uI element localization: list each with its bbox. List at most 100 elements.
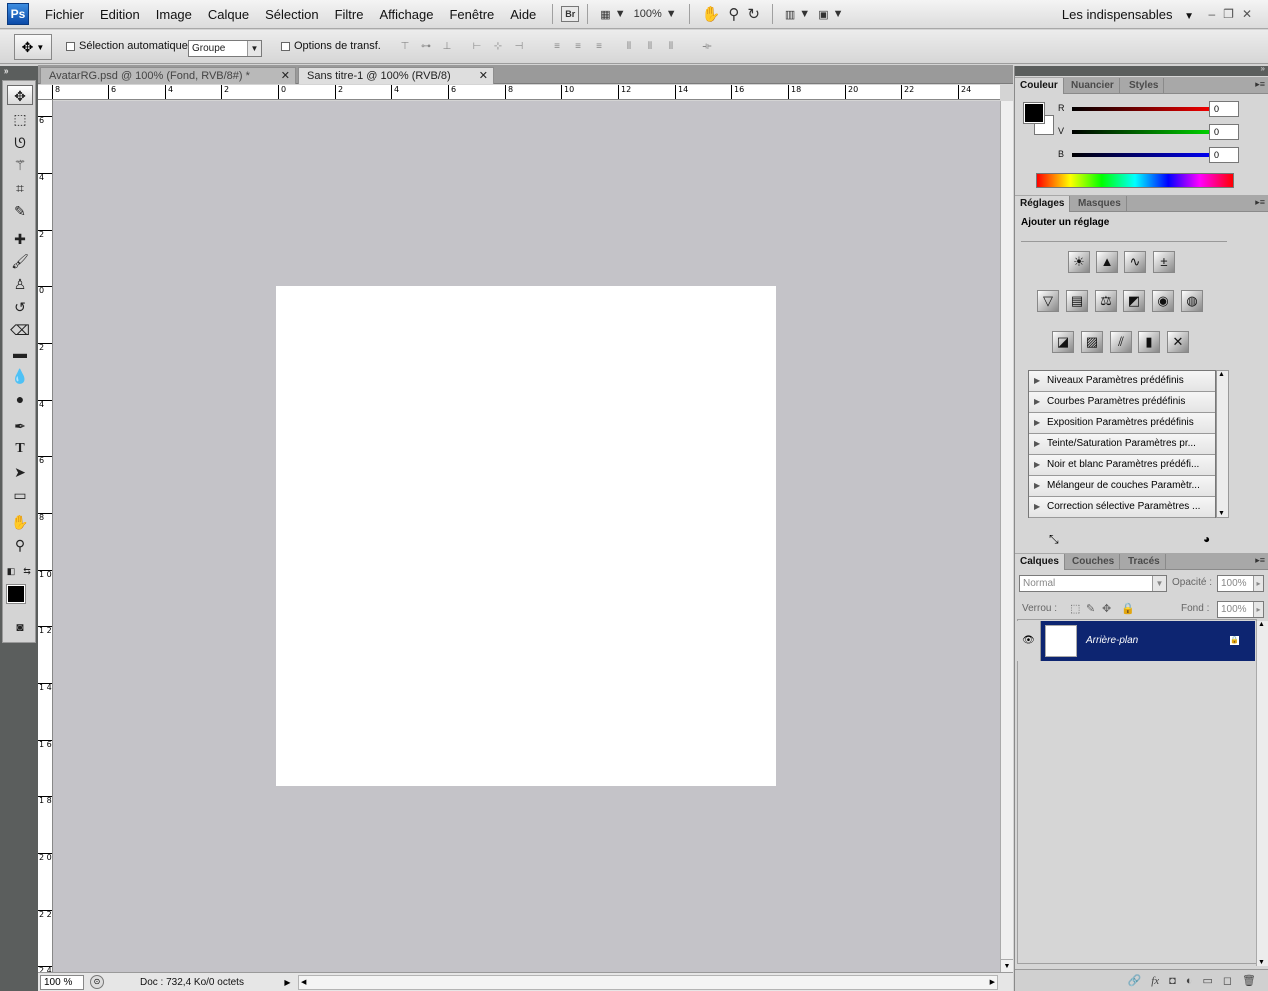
hand-tool-button[interactable]: ✋ (698, 5, 725, 23)
minimize-icon[interactable]: – (1208, 7, 1223, 21)
horizontal-ruler[interactable]: 8 6 4 2 0 2 4 6 8 10 12 14 16 18 20 22 2… (38, 85, 1000, 100)
photo-filter-icon[interactable]: ◉ (1152, 290, 1174, 312)
distribute-vcenter-icon[interactable]: ≡ (569, 40, 587, 54)
color-spectrum[interactable] (1036, 173, 1234, 188)
lock-transparency-icon[interactable]: ⬚ (1070, 602, 1080, 615)
scroll-up-icon[interactable]: ▲ (1258, 621, 1265, 628)
distribute-right-icon[interactable]: ⫴ (662, 40, 680, 54)
scroll-down-icon[interactable]: ▼ (1218, 510, 1225, 517)
close-icon[interactable]: ✕ (479, 68, 488, 85)
brush-tool[interactable]: 🖌 (7, 251, 33, 271)
chevron-right-icon[interactable]: ▸ (1253, 576, 1263, 591)
menu-aide[interactable]: Aide (502, 0, 544, 29)
channel-r-slider[interactable] (1072, 107, 1218, 111)
zoom-level-button[interactable]: 100% ▼ (630, 8, 681, 20)
distribute-hcenter-icon[interactable]: ⫴ (641, 40, 659, 54)
fill-field[interactable]: 100% ▸ (1217, 601, 1264, 618)
tab-masques[interactable]: Masques (1073, 196, 1127, 212)
tab-calques[interactable]: Calques (1015, 554, 1065, 570)
tab-sans-titre[interactable]: Sans titre-1 @ 100% (RVB/8) ✕ (298, 67, 494, 84)
foreground-color-box[interactable] (1023, 102, 1045, 124)
shape-tool[interactable]: ▭ (7, 485, 33, 505)
trash-icon[interactable]: 🗑 (1242, 974, 1256, 987)
menu-edition[interactable]: Edition (92, 0, 148, 29)
lock-pixels-icon[interactable]: ✎ (1086, 602, 1095, 615)
distribute-bottom-icon[interactable]: ≡ (590, 40, 608, 54)
close-icon[interactable]: ✕ (1242, 7, 1260, 21)
new-group-icon[interactable]: ▭ (1202, 974, 1212, 987)
tab-styles[interactable]: Styles (1124, 78, 1165, 94)
menu-fenetre[interactable]: Fenêtre (441, 0, 502, 29)
channel-b-value[interactable]: 0 (1209, 147, 1239, 163)
status-options-icon[interactable]: ⊙ (90, 975, 104, 989)
crop-tool[interactable]: ⌗ (7, 178, 33, 198)
vertical-scrollbar[interactable]: ▼ (1000, 101, 1013, 972)
preset-niveaux[interactable]: Niveaux Paramètres prédéfinis (1029, 371, 1215, 392)
transform-controls-option[interactable]: Options de transf. (281, 40, 381, 52)
workspace-switcher[interactable]: Les indispensables ▼ (1062, 0, 1194, 31)
new-layer-icon[interactable]: ◻ (1223, 974, 1232, 987)
channel-v-slider[interactable] (1072, 130, 1218, 134)
channel-b-slider[interactable] (1072, 153, 1218, 157)
panel-menu-icon[interactable]: ▸≡ (1255, 79, 1265, 90)
channel-r-value[interactable]: 0 (1209, 101, 1239, 117)
menu-fichier[interactable]: Fichier (37, 0, 92, 29)
gradient-tool[interactable]: ▬ (7, 343, 33, 363)
marquee-tool[interactable]: ⬚ (7, 109, 33, 129)
arrange-documents-button[interactable]: ▥ ▼ (781, 8, 814, 21)
zoom-tool-button[interactable]: ⚲ (724, 5, 743, 23)
distribute-top-icon[interactable]: ≡ (548, 40, 566, 54)
tab-avatarrg[interactable]: AvatarRG.psd @ 100% (Fond, RVB/8#) * ✕ (40, 67, 296, 84)
panel-menu-icon[interactable]: ▸≡ (1255, 555, 1265, 566)
scroll-up-icon[interactable]: ▲ (1218, 371, 1225, 378)
healing-brush-tool[interactable]: ✚ (7, 229, 33, 249)
preset-noir-blanc[interactable]: Noir et blanc Paramètres prédéfi... (1029, 455, 1215, 476)
threshold-icon[interactable]: ⫽ (1110, 331, 1132, 353)
selective-color-icon[interactable]: ✕ (1167, 331, 1189, 353)
magic-wand-tool[interactable]: ⚚ (7, 155, 33, 175)
align-hcenter-icon[interactable]: ⊹ (489, 40, 507, 54)
restore-icon[interactable]: ❐ (1223, 7, 1242, 21)
chevron-right-icon[interactable]: ▸ (1253, 602, 1263, 617)
tab-couleur[interactable]: Couleur (1015, 78, 1064, 94)
move-tool[interactable]: ✥ (7, 85, 33, 105)
brightness-icon[interactable]: ☀ (1068, 251, 1090, 273)
tab-reglages[interactable]: Réglages (1015, 196, 1071, 212)
zoom-tool[interactable]: ⚲ (7, 535, 33, 555)
curves-icon[interactable]: ∿ (1124, 251, 1146, 273)
exposure-icon[interactable]: ± (1153, 251, 1175, 273)
pen-tool[interactable]: ✒ (7, 416, 33, 436)
preset-teinte-saturation[interactable]: Teinte/Saturation Paramètres pr... (1029, 434, 1215, 455)
auto-select-option[interactable]: Sélection automatique : (66, 40, 194, 52)
lock-all-icon[interactable]: 🔒 (1121, 602, 1135, 615)
channel-mixer-icon[interactable]: ◍ (1181, 290, 1203, 312)
expand-icon[interactable]: » (4, 67, 8, 76)
transform-controls-checkbox[interactable] (281, 41, 290, 51)
clone-stamp-tool[interactable]: ♙ (7, 274, 33, 294)
history-brush-tool[interactable]: ↺ (7, 297, 33, 317)
clip-layer-icon[interactable]: ◕ (1203, 532, 1210, 546)
path-selection-tool[interactable]: ➤ (7, 462, 33, 482)
align-left-icon[interactable]: ⊢ (468, 40, 486, 54)
presets-scrollbar[interactable]: ▲ ▼ (1216, 370, 1229, 518)
new-adjustment-layer-icon[interactable]: ◐ (1186, 975, 1193, 987)
vibrance-icon[interactable]: ▽ (1037, 290, 1059, 312)
menu-calque[interactable]: Calque (200, 0, 257, 29)
tab-couches[interactable]: Couches (1067, 554, 1121, 570)
align-vcenter-icon[interactable]: ⊶ (417, 40, 435, 54)
channel-v-value[interactable]: 0 (1209, 124, 1239, 140)
view-extras-button[interactable]: ▦ ▼ (596, 8, 629, 21)
posterize-icon[interactable]: ▨ (1081, 331, 1103, 353)
lasso-tool[interactable]: ᘎ (7, 133, 33, 153)
tab-traces[interactable]: Tracés (1123, 554, 1166, 570)
auto-select-checkbox[interactable] (66, 41, 75, 51)
layer-style-icon[interactable]: fx (1151, 975, 1159, 987)
window-controls[interactable]: –❐✕ (1208, 0, 1260, 29)
layers-scrollbar[interactable]: ▲ ▼ (1256, 621, 1268, 966)
add-mask-icon[interactable]: ◘ (1169, 975, 1176, 987)
eyedropper-tool[interactable]: ✎ (7, 201, 33, 221)
menu-image[interactable]: Image (148, 0, 200, 29)
default-colors-icon[interactable]: ◧ (5, 561, 17, 581)
screen-mode-button[interactable]: ▣ ▼ (814, 8, 847, 21)
type-tool[interactable]: T (7, 439, 33, 459)
